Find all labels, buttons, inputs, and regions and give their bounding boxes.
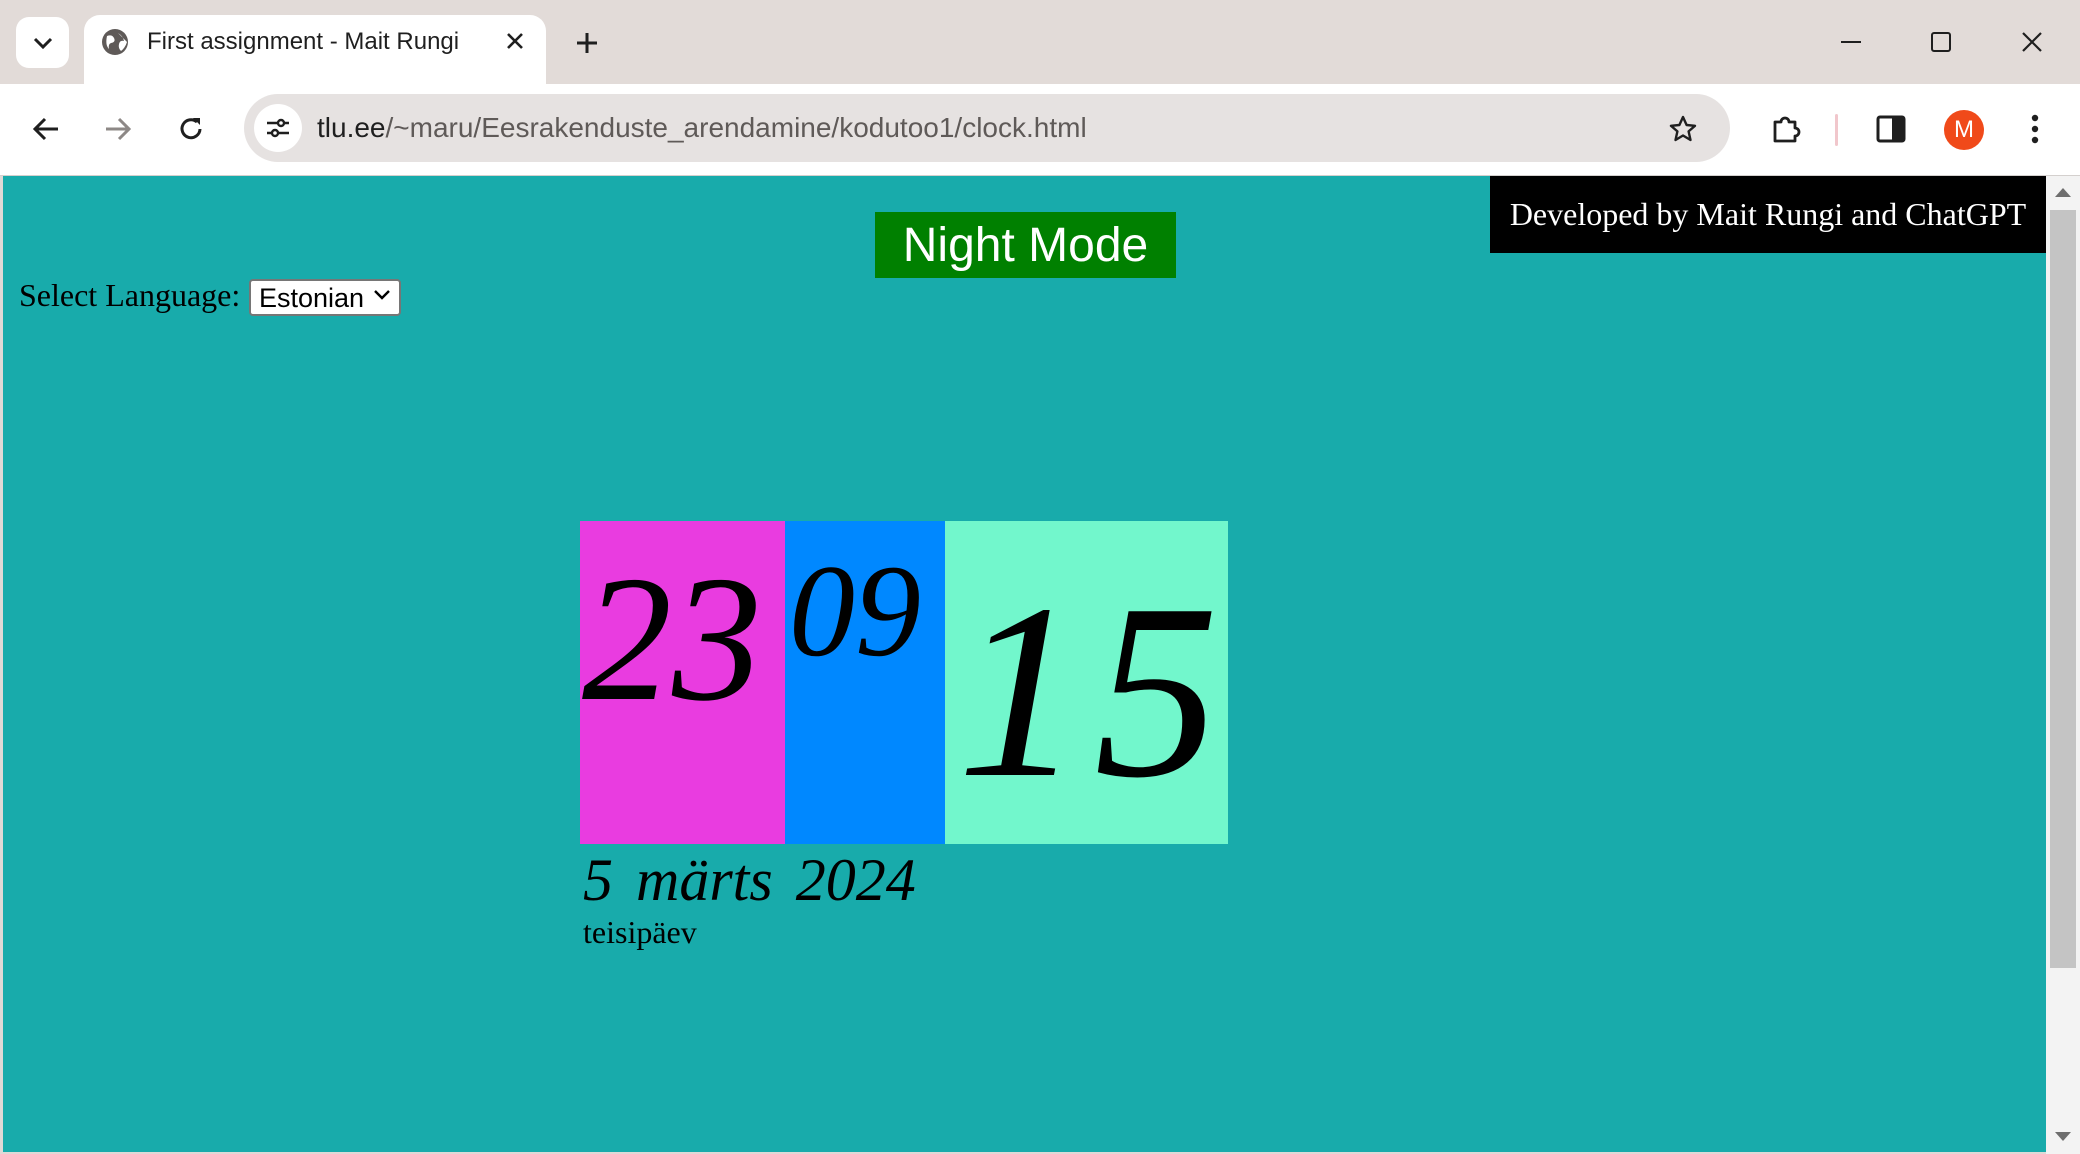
language-selected-value: Estonian xyxy=(259,283,365,313)
tab-search-button[interactable] xyxy=(16,17,69,68)
night-mode-button[interactable]: Night Mode xyxy=(875,212,1176,278)
clock-minutes-box: 09 xyxy=(785,521,945,844)
scroll-up-arrow[interactable] xyxy=(2055,188,2071,197)
chevron-down-icon xyxy=(374,290,390,300)
close-icon xyxy=(2022,32,2042,52)
scroll-down-arrow[interactable] xyxy=(2055,1132,2071,1141)
clock-minutes: 09 xyxy=(789,537,921,684)
clock-seconds: 15 xyxy=(957,553,1228,830)
new-tab-button[interactable] xyxy=(568,24,606,62)
avatar-initial: M xyxy=(1954,116,1974,143)
scroll-thumb[interactable] xyxy=(2050,210,2076,968)
site-info-button[interactable] xyxy=(254,104,302,152)
forward-button[interactable] xyxy=(93,104,143,154)
star-icon xyxy=(1669,115,1697,142)
date-text: 5 märts 2024 xyxy=(583,847,916,913)
close-window-button[interactable] xyxy=(2007,18,2057,66)
side-panel-icon xyxy=(1876,115,1906,143)
address-bar[interactable]: tlu.ee/~maru/Eesrakenduste_arendamine/ko… xyxy=(244,94,1730,162)
url-path: /~maru/Eesrakenduste_arendamine/kodutoo1… xyxy=(385,112,1087,143)
language-label: Select Language: xyxy=(19,277,241,313)
reload-icon xyxy=(180,118,202,140)
tab-strip: First assignment - Mait Rungi xyxy=(0,0,2080,84)
page-scrollbar[interactable] xyxy=(2046,176,2080,1154)
puzzle-icon xyxy=(1773,116,1801,143)
page-viewport: Night Mode Developed by Mait Rungi and C… xyxy=(3,176,2046,1152)
globe-icon xyxy=(102,29,128,55)
bookmark-button[interactable] xyxy=(1658,104,1708,154)
extensions-button[interactable] xyxy=(1761,104,1811,154)
plus-icon xyxy=(577,33,597,53)
close-icon xyxy=(507,33,523,49)
weekday-text: teisipäev xyxy=(583,914,697,950)
maximize-button[interactable] xyxy=(1916,18,1966,66)
tab-title: First assignment - Mait Rungi xyxy=(147,28,460,55)
maximize-icon xyxy=(1931,32,1951,52)
chevron-down-icon xyxy=(33,37,52,49)
clock-hours: 23 xyxy=(582,539,762,738)
toolbar-divider xyxy=(1835,114,1838,146)
language-select[interactable]: Estonian xyxy=(249,279,401,316)
url-host: tlu.ee xyxy=(317,112,386,143)
active-tab[interactable]: First assignment - Mait Rungi xyxy=(84,15,546,84)
clock-seconds-box: 15 xyxy=(945,521,1228,844)
developer-banner: Developed by Mait Rungi and ChatGPT xyxy=(1490,176,2046,253)
browser-toolbar: tlu.ee/~maru/Eesrakenduste_arendamine/ko… xyxy=(0,84,2080,176)
back-button[interactable] xyxy=(21,104,71,154)
menu-button[interactable] xyxy=(2010,104,2060,154)
minimize-icon xyxy=(1841,41,1861,43)
tab-close-button[interactable] xyxy=(498,24,532,58)
url-text: tlu.ee/~maru/Eesrakenduste_arendamine/ko… xyxy=(317,112,1087,144)
minimize-button[interactable] xyxy=(1826,18,1876,66)
side-panel-button[interactable] xyxy=(1866,104,1916,154)
profile-avatar[interactable]: M xyxy=(1944,110,1984,150)
clock-hours-box: 23 xyxy=(580,521,785,844)
arrow-left-icon xyxy=(32,117,58,141)
reload-button[interactable] xyxy=(166,104,216,154)
more-vert-icon xyxy=(2031,114,2039,144)
tune-icon xyxy=(267,118,289,138)
arrow-right-icon xyxy=(106,117,132,141)
